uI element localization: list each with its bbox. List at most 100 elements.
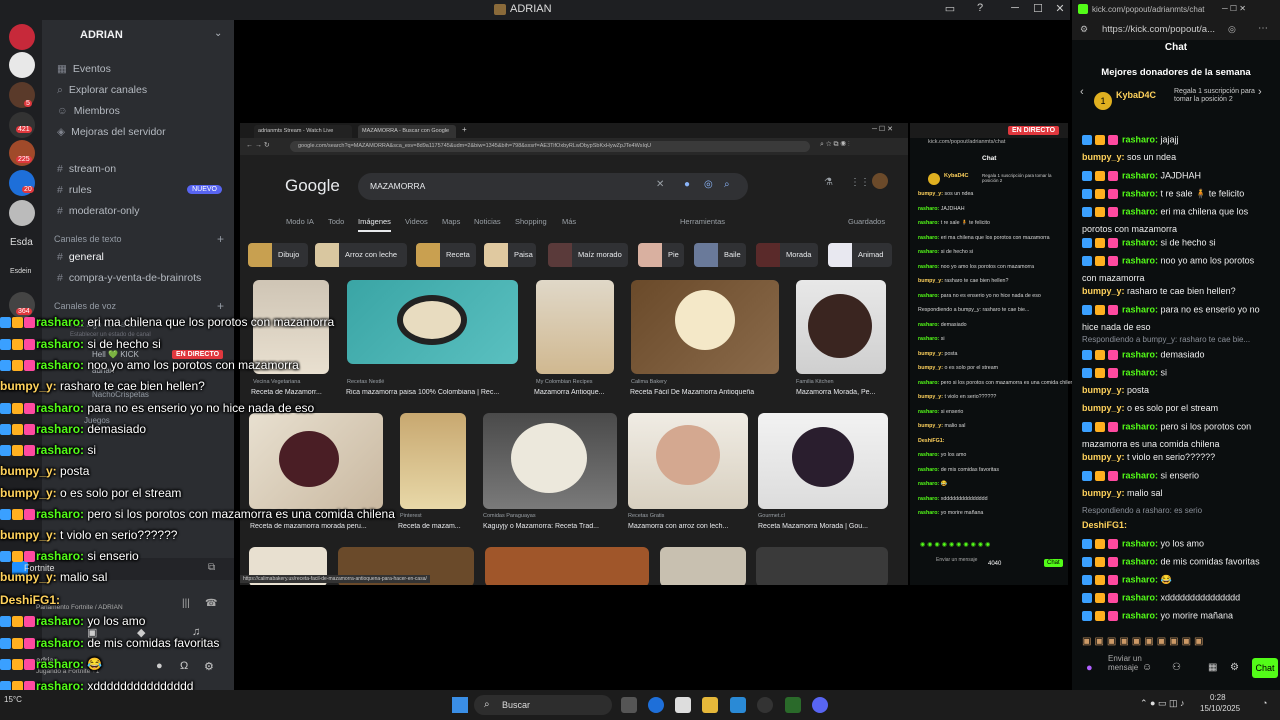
nav-all[interactable]: Todo — [328, 217, 344, 226]
chat-username[interactable]: rasharo: — [1122, 255, 1158, 265]
back-forward-reload-icons[interactable]: ← → ↻ — [246, 141, 270, 149]
reply-context[interactable]: Respondiendo a bumpy_y: rasharo te cae b… — [1082, 335, 1250, 344]
nav-videos[interactable]: Videos — [405, 217, 428, 226]
chip-paisa[interactable]: Paisa — [484, 243, 536, 267]
chevron-down-icon[interactable]: ⌄ — [214, 28, 222, 39]
chat-username[interactable]: rasharo: — [918, 467, 939, 473]
chat-username[interactable]: bumpy_y: — [1082, 152, 1125, 162]
result-caption[interactable]: Mazamorra con arroz con lech... — [628, 523, 752, 530]
server-icon[interactable] — [9, 112, 35, 138]
nav-maps[interactable]: Maps — [442, 217, 460, 226]
result-caption[interactable]: Receta de Mazamorr... — [251, 389, 337, 396]
chat-username[interactable]: rasharo: — [918, 293, 939, 299]
result-caption[interactable]: Receta Fácil De Mazamorra Antioqueña — [630, 389, 780, 396]
screen-icon[interactable]: ▭ — [940, 2, 960, 18]
browser-tab[interactable]: MAZAMORRA - Buscar con Google — [358, 125, 456, 138]
result-source[interactable]: Vecina Vegetariana — [253, 379, 300, 385]
chat-username[interactable]: rasharo: — [1122, 367, 1158, 377]
donor-name[interactable]: KybaD4C — [944, 173, 968, 179]
result-image[interactable] — [796, 280, 886, 374]
result-image[interactable] — [631, 280, 779, 374]
chat-username[interactable]: rasharo: — [918, 409, 939, 415]
apps-grid-icon[interactable]: ⋮⋮ — [850, 177, 870, 188]
channel-stream-on[interactable]: # stream-on — [57, 163, 116, 175]
reply-context[interactable]: Respondiendo a rasharo: es serio — [1082, 506, 1202, 515]
add-channel-icon[interactable]: + — [217, 299, 224, 313]
browser-tab[interactable]: adrianmts Stream - Watch Live — [254, 125, 352, 138]
result-image[interactable] — [485, 547, 649, 585]
chat-username[interactable]: rasharo: — [1122, 610, 1158, 620]
chat-username[interactable]: rasharo: — [1122, 470, 1158, 480]
channel-compra-venta[interactable]: # compra-y-venta-de-brainrots — [57, 272, 201, 284]
nav-news[interactable]: Noticias — [474, 217, 501, 226]
avatar[interactable] — [872, 173, 888, 189]
channel-rules[interactable]: # rules — [57, 184, 92, 196]
users-icon[interactable]: ⚇ — [1172, 662, 1181, 673]
chat-username[interactable]: rasharo: — [1122, 592, 1158, 602]
chat-username[interactable]: bumpy_y: — [1082, 452, 1125, 462]
result-image[interactable] — [347, 280, 518, 364]
edge-browser-icon[interactable] — [648, 697, 664, 713]
chat-username[interactable]: rasharo: — [918, 249, 939, 255]
result-caption[interactable]: Receta Mazamorra Morada | Gou... — [758, 523, 890, 530]
maximize-button[interactable]: ☐ — [1028, 2, 1048, 18]
result-image[interactable] — [628, 413, 748, 509]
chat-username[interactable]: bumpy_y: — [1082, 403, 1125, 413]
headphones-icon[interactable]: Ω — [180, 660, 188, 672]
chip-receta[interactable]: Receta — [416, 243, 476, 267]
channel-moderator-only[interactable]: # moderator-only — [57, 205, 139, 217]
clear-icon[interactable]: ✕ — [656, 179, 664, 190]
google-logo[interactable]: Google — [285, 176, 340, 196]
chat-username[interactable]: rasharo: — [1122, 304, 1158, 314]
result-caption[interactable]: Mazamorra Morada, Pe... — [796, 389, 890, 396]
chat-username[interactable]: rasharo: — [918, 322, 939, 328]
chat-username[interactable]: rasharo: — [918, 206, 939, 212]
microphone-icon[interactable]: ● — [156, 660, 163, 672]
menu-server-boosts[interactable]: ◈ Mejoras del servidor — [57, 126, 166, 138]
more-menu-icon[interactable]: ⋯ — [1258, 23, 1268, 34]
chat-username[interactable]: rasharo: — [1122, 574, 1158, 584]
chat-username[interactable]: rasharo: — [918, 452, 939, 458]
chip-arroz-con-leche[interactable]: Arroz con leche — [315, 243, 407, 267]
result-source[interactable]: My Colombian Recipes — [536, 379, 593, 385]
site-info-icon[interactable]: ⚙ — [1080, 24, 1088, 35]
embed-url[interactable]: kick.com/popout/adrianmts/chat — [928, 139, 1005, 145]
mic-icon[interactable]: ● — [1086, 662, 1093, 674]
result-source[interactable]: Pinterest — [400, 513, 422, 519]
clock-date[interactable]: 15/10/2025 — [1200, 704, 1240, 713]
chevron-left-icon[interactable]: ‹ — [1080, 86, 1084, 98]
donor-name[interactable]: KybaD4C — [1116, 90, 1156, 100]
google-search-box[interactable]: MAZAMORRA ✕ ● ◎ ⌕ — [358, 173, 748, 200]
lens-icon[interactable]: ◎ — [704, 179, 713, 190]
kick-tab-title[interactable]: kick.com/popout/adrianmts/chat — [1092, 5, 1205, 14]
notifications-icon[interactable]: ◔ — [1262, 698, 1267, 708]
url-input[interactable]: google.com/search?q=MAZAMORRA&sca_esv=8d… — [290, 141, 810, 152]
file-explorer-icon[interactable] — [702, 697, 718, 713]
chip-morada[interactable]: Morada — [756, 243, 818, 267]
chat-username[interactable]: rasharo: — [918, 510, 939, 516]
result-source[interactable]: Familia Kitchen — [796, 379, 834, 385]
chat-username[interactable]: bumpy_y: — [918, 423, 943, 429]
nav-tools[interactable]: Herramientas — [680, 217, 725, 226]
window-controls[interactable]: ─ ☐ ✕ — [872, 125, 893, 133]
chat-username[interactable]: rasharo: — [1122, 556, 1158, 566]
screen-share-icon[interactable]: ⧉ — [208, 562, 215, 573]
nav-shopping[interactable]: Shopping — [515, 217, 547, 226]
settings-gear-icon[interactable]: ⚙ — [204, 660, 214, 673]
result-image[interactable] — [536, 280, 614, 374]
chat-username[interactable]: rasharo: — [1122, 421, 1158, 431]
chat-username[interactable]: bumpy_y: — [918, 394, 943, 400]
result-image[interactable] — [400, 413, 466, 509]
server-icon[interactable] — [9, 24, 35, 50]
server-label[interactable]: Esdein — [10, 268, 31, 275]
result-image[interactable] — [758, 413, 888, 509]
disconnect-icon[interactable]: ☎ — [205, 598, 217, 609]
result-source[interactable]: Recetas Gratis — [628, 513, 664, 519]
result-image[interactable] — [249, 413, 383, 509]
gift-icon[interactable]: ▦ — [1208, 662, 1217, 673]
kick-app-icon[interactable] — [785, 697, 801, 713]
chat-username[interactable]: rasharo: — [918, 235, 939, 241]
menu-members[interactable]: ☺ Miembros — [57, 105, 120, 117]
emote-row[interactable]: ◉◉◉◉◉◉◉◉◉◉ — [920, 541, 1060, 553]
mic-icon[interactable]: ● — [684, 179, 690, 190]
